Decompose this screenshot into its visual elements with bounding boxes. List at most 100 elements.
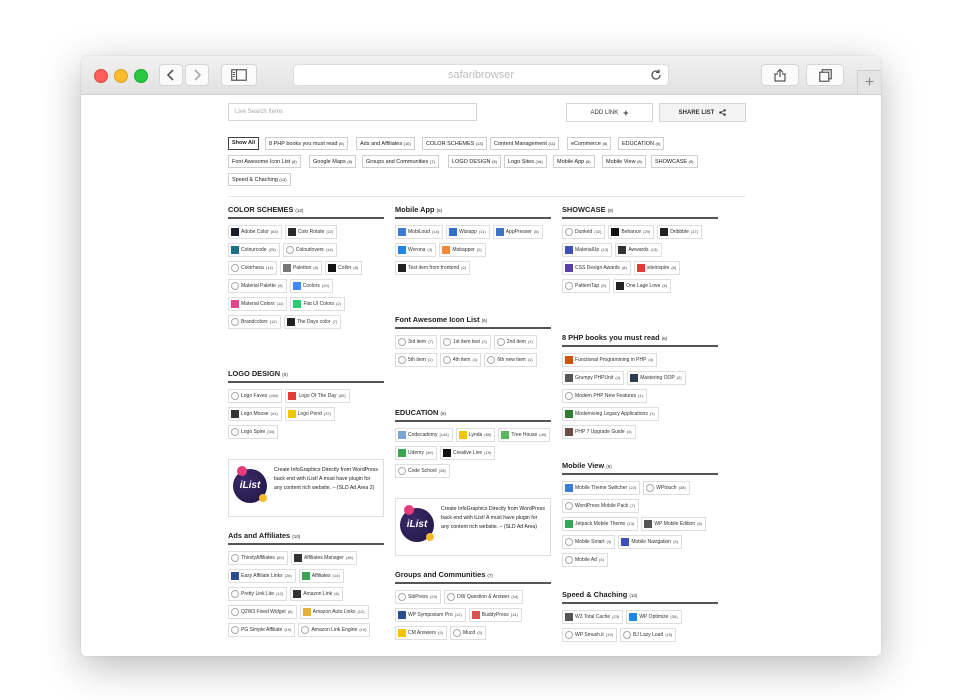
list-item[interactable]: Colo Rotate (22) (284, 225, 338, 239)
list-item[interactable]: Colorhexa (14) (228, 261, 277, 275)
list-item[interactable]: Material Colors (11) (228, 297, 288, 311)
list-item[interactable]: WordPress Mobile Pack (7) (562, 499, 640, 513)
list-item[interactable]: MaterialUp (13) (562, 243, 613, 257)
filter-groups-communities[interactable]: Groups and Communities (7) (362, 155, 439, 168)
list-item[interactable]: DW Question & Answer (16) (444, 590, 523, 604)
list-item[interactable]: W3 Total Cache (23) (562, 610, 624, 624)
list-item[interactable]: WP Smush.it (19) (562, 628, 617, 642)
tabs-overview-button[interactable] (806, 64, 844, 86)
list-item[interactable]: BJ Lazy Load (15) (619, 628, 677, 642)
address-bar[interactable]: safaribrowser (293, 64, 669, 86)
list-item[interactable]: Logo Spire (34) (228, 425, 279, 439)
list-item[interactable]: Logo Pond (37) (284, 407, 335, 421)
list-item[interactable]: Affiliates (14) (298, 569, 344, 583)
list-item[interactable]: BuddyPress (14) (468, 608, 522, 622)
share-list-button[interactable]: SHARE LIST (659, 103, 746, 122)
filter-mobile-app[interactable]: Mobile App (6) (553, 155, 595, 168)
list-item[interactable]: 5th item (1) (395, 353, 437, 367)
filter-content-management[interactable]: Content Management (11) (490, 137, 560, 150)
list-item[interactable]: 3rd item (7) (395, 335, 437, 349)
list-item[interactable]: Modernising Legacy Applications (1) (562, 407, 659, 421)
list-item[interactable]: Worona (3) (395, 243, 437, 257)
list-item[interactable]: CSS Design Awards (8) (562, 261, 631, 275)
filter-font-awesome[interactable]: Font Awesome Icon List (6) (228, 155, 301, 168)
list-item[interactable]: Functional Programming in PHP (4) (562, 353, 658, 367)
list-item[interactable]: Mucd (3) (449, 626, 487, 640)
share-button[interactable] (761, 64, 799, 86)
list-item[interactable]: Wiziapp (11) (446, 225, 490, 239)
list-item[interactable]: 4th item (1) (439, 353, 482, 367)
add-link-button[interactable]: ADD LINK + (566, 103, 653, 122)
list-item[interactable]: Dribbble (17) (657, 225, 702, 239)
list-item[interactable]: 6th new item (1) (484, 353, 537, 367)
back-button[interactable] (159, 64, 183, 86)
list-item[interactable]: Collor (6) (325, 261, 363, 275)
list-item[interactable]: Code School (28) (395, 464, 450, 478)
list-item[interactable]: Lynda (85) (455, 428, 496, 442)
list-item[interactable]: Dunked (32) (562, 225, 606, 239)
list-item[interactable]: Affiliates Manager (48) (290, 551, 357, 565)
filter-color-schemes[interactable]: COLOR SCHEMES (13) (422, 137, 487, 150)
new-tab-button[interactable]: + (857, 70, 881, 94)
list-item[interactable]: Mobapper (2) (439, 243, 486, 257)
list-item[interactable]: PatternTap (5) (562, 279, 611, 293)
filter-logo-design[interactable]: LOGO DESIGN (5) (448, 155, 501, 168)
list-item[interactable]: Amazon Link Engine (10) (298, 623, 371, 637)
list-item[interactable]: Amazon Auto Links (12) (299, 605, 369, 619)
filter-show-all[interactable]: Show All (228, 137, 260, 150)
list-item[interactable]: Easy Affiliate Links (26) (228, 569, 296, 583)
filter-ecommerce[interactable]: eCommerce (6) (567, 137, 612, 150)
list-item[interactable]: Adobe Color (63) (228, 225, 282, 239)
list-item[interactable]: Pretty Link Lite (12) (228, 587, 288, 601)
list-item[interactable]: 2nd item (1) (493, 335, 537, 349)
ad-banner[interactable]: iList Create InfoGraphics Directly from … (228, 459, 384, 517)
list-item[interactable]: Flat UI Colors (2) (290, 297, 345, 311)
list-item[interactable]: Brandcolors (12) (228, 315, 281, 329)
list-item[interactable]: Mobile Theme Switcher (22) (562, 481, 641, 495)
list-item[interactable]: Material Palette (9) (228, 279, 287, 293)
filter-logo-sites[interactable]: Logo Sites (16) (504, 155, 547, 168)
list-item[interactable]: WP Symposium Pro (12) (395, 608, 466, 622)
filter-showcase[interactable]: SHOWCASE (9) (651, 155, 698, 168)
list-item[interactable]: Mobile Ad (3) (562, 553, 608, 567)
list-item[interactable]: ThirstyAffiliates (62) (228, 551, 288, 565)
list-item[interactable]: Logo Moose (41) (228, 407, 282, 421)
filter-education[interactable]: EDUCATION (6) (618, 137, 665, 150)
reload-icon[interactable] (650, 68, 662, 82)
list-item[interactable]: One Lage Love (6) (613, 279, 672, 293)
filter-google-maps[interactable]: Google Maps (8) (309, 155, 357, 168)
list-item[interactable]: Test item from frontend (2) (395, 261, 471, 275)
list-item[interactable]: Grumpy PHPUnit (4) (562, 371, 625, 385)
list-item[interactable]: Mobile Smart (3) (562, 535, 616, 549)
list-item[interactable]: Modern PHP New Features (1) (562, 389, 647, 403)
list-item[interactable]: Tree House (45) (498, 428, 551, 442)
list-item[interactable]: WP Mobile Edition (6) (641, 517, 706, 531)
list-item[interactable]: Jetpack Mobile Theme (13) (562, 517, 639, 531)
list-item[interactable]: Awwards (13) (615, 243, 662, 257)
live-search-input[interactable]: Live Search Items (228, 103, 477, 121)
list-item[interactable]: Logo Faves (494) (228, 389, 283, 403)
list-item[interactable]: SibPress (20) (395, 590, 442, 604)
list-item[interactable]: Amazon Link (6) (290, 587, 343, 601)
list-item[interactable]: Paletton (6) (279, 261, 323, 275)
list-item[interactable]: WPtouch (38) (643, 481, 690, 495)
list-item[interactable]: Udemy (36) (395, 446, 437, 460)
filter-php-books[interactable]: 8 PHP books you must read (6) (265, 137, 348, 150)
list-item[interactable]: PG Simple Affiliate (10) (228, 623, 296, 637)
filter-mobile-view[interactable]: Mobile View (8) (602, 155, 646, 168)
minimize-window-button[interactable] (114, 69, 128, 83)
list-item[interactable]: siteinspire (8) (633, 261, 681, 275)
list-item[interactable]: Codecademy (144) (395, 428, 453, 442)
filter-speed-caching[interactable]: Speed & Chaching (13) (228, 173, 291, 186)
filter-ads-affiliates[interactable]: Ads and Affiliates (10) (356, 137, 415, 150)
list-item[interactable]: Logo Of The Day (82) (285, 389, 350, 403)
list-item[interactable]: Coolors (10) (289, 279, 333, 293)
close-window-button[interactable] (94, 69, 108, 83)
list-item[interactable]: MobiLoud (14) (395, 225, 444, 239)
list-item[interactable]: Behance (29) (608, 225, 655, 239)
list-item[interactable]: 1st item test (2) (439, 335, 491, 349)
list-item[interactable]: AppPresser (5) (492, 225, 543, 239)
list-item[interactable]: WP Optimize (30) (626, 610, 682, 624)
list-item[interactable]: Creative Live (19) (439, 446, 496, 460)
forward-button[interactable] (185, 64, 209, 86)
